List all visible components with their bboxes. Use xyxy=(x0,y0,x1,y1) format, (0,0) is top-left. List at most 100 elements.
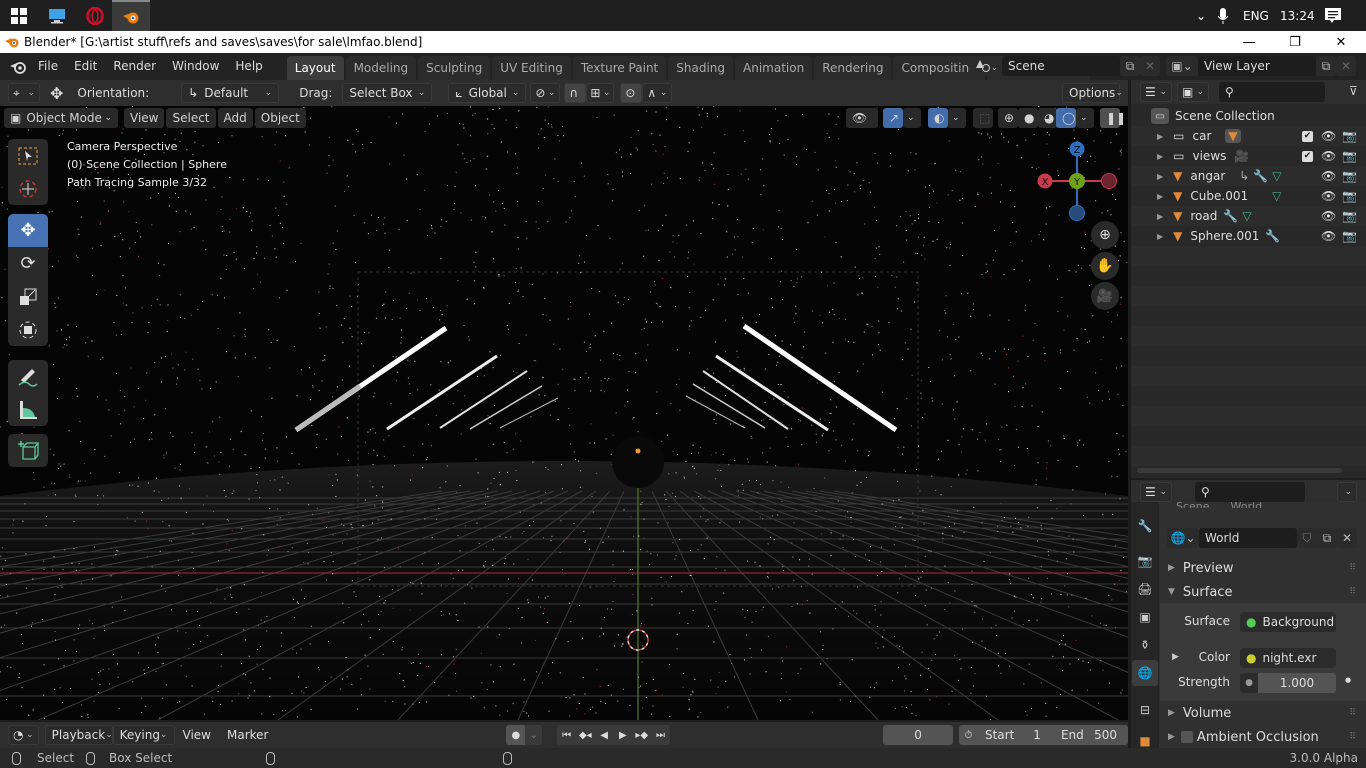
fake-user-button[interactable]: ⛉ xyxy=(1297,528,1317,548)
filter-icon[interactable]: ⊽ xyxy=(1349,84,1358,98)
tab-shading[interactable]: Shading xyxy=(668,56,733,80)
new-view-layer-button[interactable]: ⧉ xyxy=(1316,56,1336,76)
outliner-item[interactable]: ▶ ▭ views 🎥 ✔ 👁 📷 xyxy=(1131,146,1366,166)
windows-start-button[interactable] xyxy=(0,0,38,31)
tab-output[interactable]: 🖨 xyxy=(1132,576,1158,602)
language-indicator[interactable]: ENG xyxy=(1243,0,1269,31)
microphone-icon[interactable] xyxy=(1218,0,1228,31)
delete-view-layer-button[interactable]: ✕ xyxy=(1336,56,1356,76)
mode-dropdown[interactable]: ▣ Object Mode ⌄ xyxy=(4,108,118,128)
expand-arrow-icon[interactable]: ▶ xyxy=(1157,132,1163,141)
outliner-search-input[interactable]: ⚲ xyxy=(1219,82,1325,102)
camera-view-button[interactable]: 🎥 xyxy=(1091,282,1119,310)
tool-measure[interactable] xyxy=(8,393,48,426)
viewport-menu-view[interactable]: View xyxy=(124,108,165,128)
tool-select-box[interactable] xyxy=(8,139,48,172)
parent-arrow-icon[interactable]: ↳ xyxy=(1239,169,1249,183)
tool-move[interactable]: ✥ xyxy=(8,214,48,247)
drag-handle-icon[interactable]: ⠿ xyxy=(1349,563,1356,573)
jump-to-start-button[interactable]: ⏮ xyxy=(557,725,576,745)
sidebar-toggle-icon[interactable]: ‹ xyxy=(1119,146,1123,157)
snap-toggle[interactable]: ∩ xyxy=(564,83,587,103)
outliner-item[interactable]: ▶ ▼ angar ↳ 🔧 ▽ 👁 📷 xyxy=(1131,166,1366,186)
new-world-button[interactable]: ⧉ xyxy=(1317,528,1337,548)
modifier-wrench-icon[interactable]: 🔧 xyxy=(1265,229,1280,243)
overlays-toggle[interactable]: ◐ xyxy=(928,108,948,128)
panel-preview[interactable]: ▶ Preview ⠿ xyxy=(1160,557,1366,579)
end-frame-field[interactable]: End 500 xyxy=(1053,725,1129,745)
gizmo-dropdown[interactable]: ⌄ xyxy=(903,108,921,128)
view-layer-browse-button[interactable]: ▣⌄ xyxy=(1166,56,1198,76)
outliner-item[interactable]: ▶ ▭ car ▼ ✔ 👁 📷 xyxy=(1131,126,1366,146)
keying-dropdown[interactable]: Keying ⌄ xyxy=(112,725,175,745)
menu-edit[interactable]: Edit xyxy=(66,53,105,80)
prev-keyframe-button[interactable]: ◆◂ xyxy=(575,725,595,745)
outliner-item[interactable]: ▶ ▼ road 🔧 ▽ 👁 📷 xyxy=(1131,206,1366,226)
start-frame-field[interactable]: Start 1 xyxy=(977,725,1054,745)
tool-icon-dropdown[interactable]: ⌖ ⌄ xyxy=(8,83,40,103)
drag-handle-icon[interactable]: ⠿ xyxy=(1349,708,1356,718)
color-texture-field[interactable]: ● night.exr xyxy=(1240,648,1336,668)
visibility-eye-icon[interactable]: 👁 xyxy=(1321,229,1336,243)
shading-rendered[interactable]: ◯ xyxy=(1056,108,1076,128)
render-camera-icon[interactable]: 📷 xyxy=(1342,209,1357,223)
render-camera-icon[interactable]: 📷 xyxy=(1342,149,1357,163)
viewport-menu-add[interactable]: Add xyxy=(217,108,253,128)
expand-arrow-icon[interactable]: ▶ xyxy=(1157,192,1163,201)
new-scene-button[interactable]: ⧉ xyxy=(1120,56,1140,76)
tool-cursor[interactable] xyxy=(8,172,48,205)
next-keyframe-button[interactable]: ▸◆ xyxy=(632,725,652,745)
properties-options-dropdown[interactable]: ⌄ xyxy=(1337,482,1357,502)
world-browse-button[interactable]: 🌐⌄ xyxy=(1167,528,1199,548)
object-data-icon[interactable]: ▼ xyxy=(1225,129,1241,143)
tab-world[interactable]: 🌐 xyxy=(1132,660,1158,686)
exclude-checkbox[interactable]: ✔ xyxy=(1302,150,1313,162)
panel-surface[interactable]: ▼ Surface ⠿ xyxy=(1160,581,1366,603)
tab-layout[interactable]: Layout xyxy=(286,56,344,80)
overlays-dropdown[interactable]: ⌄ xyxy=(948,108,966,128)
taskbar-blender[interactable] xyxy=(112,0,150,31)
menu-render[interactable]: Render xyxy=(105,53,164,80)
shading-material[interactable]: ◕ xyxy=(1038,108,1058,128)
drag-dropdown[interactable]: Select Box ⌄ xyxy=(342,83,433,103)
menu-window[interactable]: Window xyxy=(164,53,227,80)
taskbar-this-pc[interactable] xyxy=(38,0,76,31)
scene-name-field[interactable]: Scene xyxy=(1002,56,1120,76)
visibility-eye-icon[interactable]: 👁 xyxy=(1321,149,1336,163)
tab-animation[interactable]: Animation xyxy=(735,56,813,80)
tab-view-layer[interactable]: ▣ xyxy=(1132,604,1158,630)
pause-render-button[interactable]: ❚❚ xyxy=(1100,108,1126,128)
mesh-data-icon[interactable]: ▽ xyxy=(1272,189,1281,203)
gizmo-neg-z[interactable] xyxy=(1069,205,1085,221)
tool-annotate[interactable] xyxy=(8,360,48,393)
world-name-field[interactable]: World xyxy=(1199,528,1297,548)
tab-render[interactable]: 📷 xyxy=(1132,548,1158,574)
maximize-button[interactable]: ❐ xyxy=(1272,31,1318,53)
camera-data-icon[interactable]: 🎥 xyxy=(1234,149,1249,163)
zoom-view-button[interactable]: ⊕ xyxy=(1091,221,1119,249)
timeline-menu-view[interactable]: View xyxy=(175,722,219,749)
viewport-menu-select[interactable]: Select xyxy=(166,108,216,128)
render-camera-icon[interactable]: 📷 xyxy=(1342,229,1357,243)
preview-range-toggle[interactable]: ⏱ xyxy=(959,725,978,745)
transform-orientation-dropdown[interactable]: ⟀ Global ⌄ xyxy=(448,83,527,103)
modifier-wrench-icon[interactable]: 🔧 xyxy=(1223,209,1238,223)
auto-keying-toggle[interactable]: ● xyxy=(506,725,526,745)
tab-uv-editing[interactable]: UV Editing xyxy=(492,56,571,80)
minimize-button[interactable]: — xyxy=(1226,31,1272,53)
jump-to-end-button[interactable]: ⏭ xyxy=(651,725,670,745)
tab-sculpting[interactable]: Sculpting xyxy=(418,56,491,80)
gizmo-toggle[interactable]: ↗ xyxy=(883,108,903,128)
shading-wireframe[interactable]: ⊕ xyxy=(998,108,1018,128)
tool-scale[interactable] xyxy=(8,280,48,313)
modifier-wrench-icon[interactable]: 🔧 xyxy=(1253,169,1268,183)
view-layer-field[interactable]: View Layer xyxy=(1198,56,1316,76)
strength-field[interactable]: ● 1.000 xyxy=(1240,673,1336,693)
mesh-data-icon[interactable]: ▽ xyxy=(1272,169,1281,183)
render-camera-icon[interactable]: 📷 xyxy=(1342,189,1357,203)
snap-target-dropdown[interactable]: ⊞ ⌄ xyxy=(586,83,615,103)
panel-ambient-occlusion[interactable]: ▶ Ambient Occlusion ⠿ xyxy=(1160,726,1366,748)
shading-solid[interactable]: ● xyxy=(1018,108,1038,128)
expand-arrow-icon[interactable]: ▶ xyxy=(1157,152,1163,161)
properties-search-input[interactable]: ⚲ xyxy=(1195,482,1305,502)
